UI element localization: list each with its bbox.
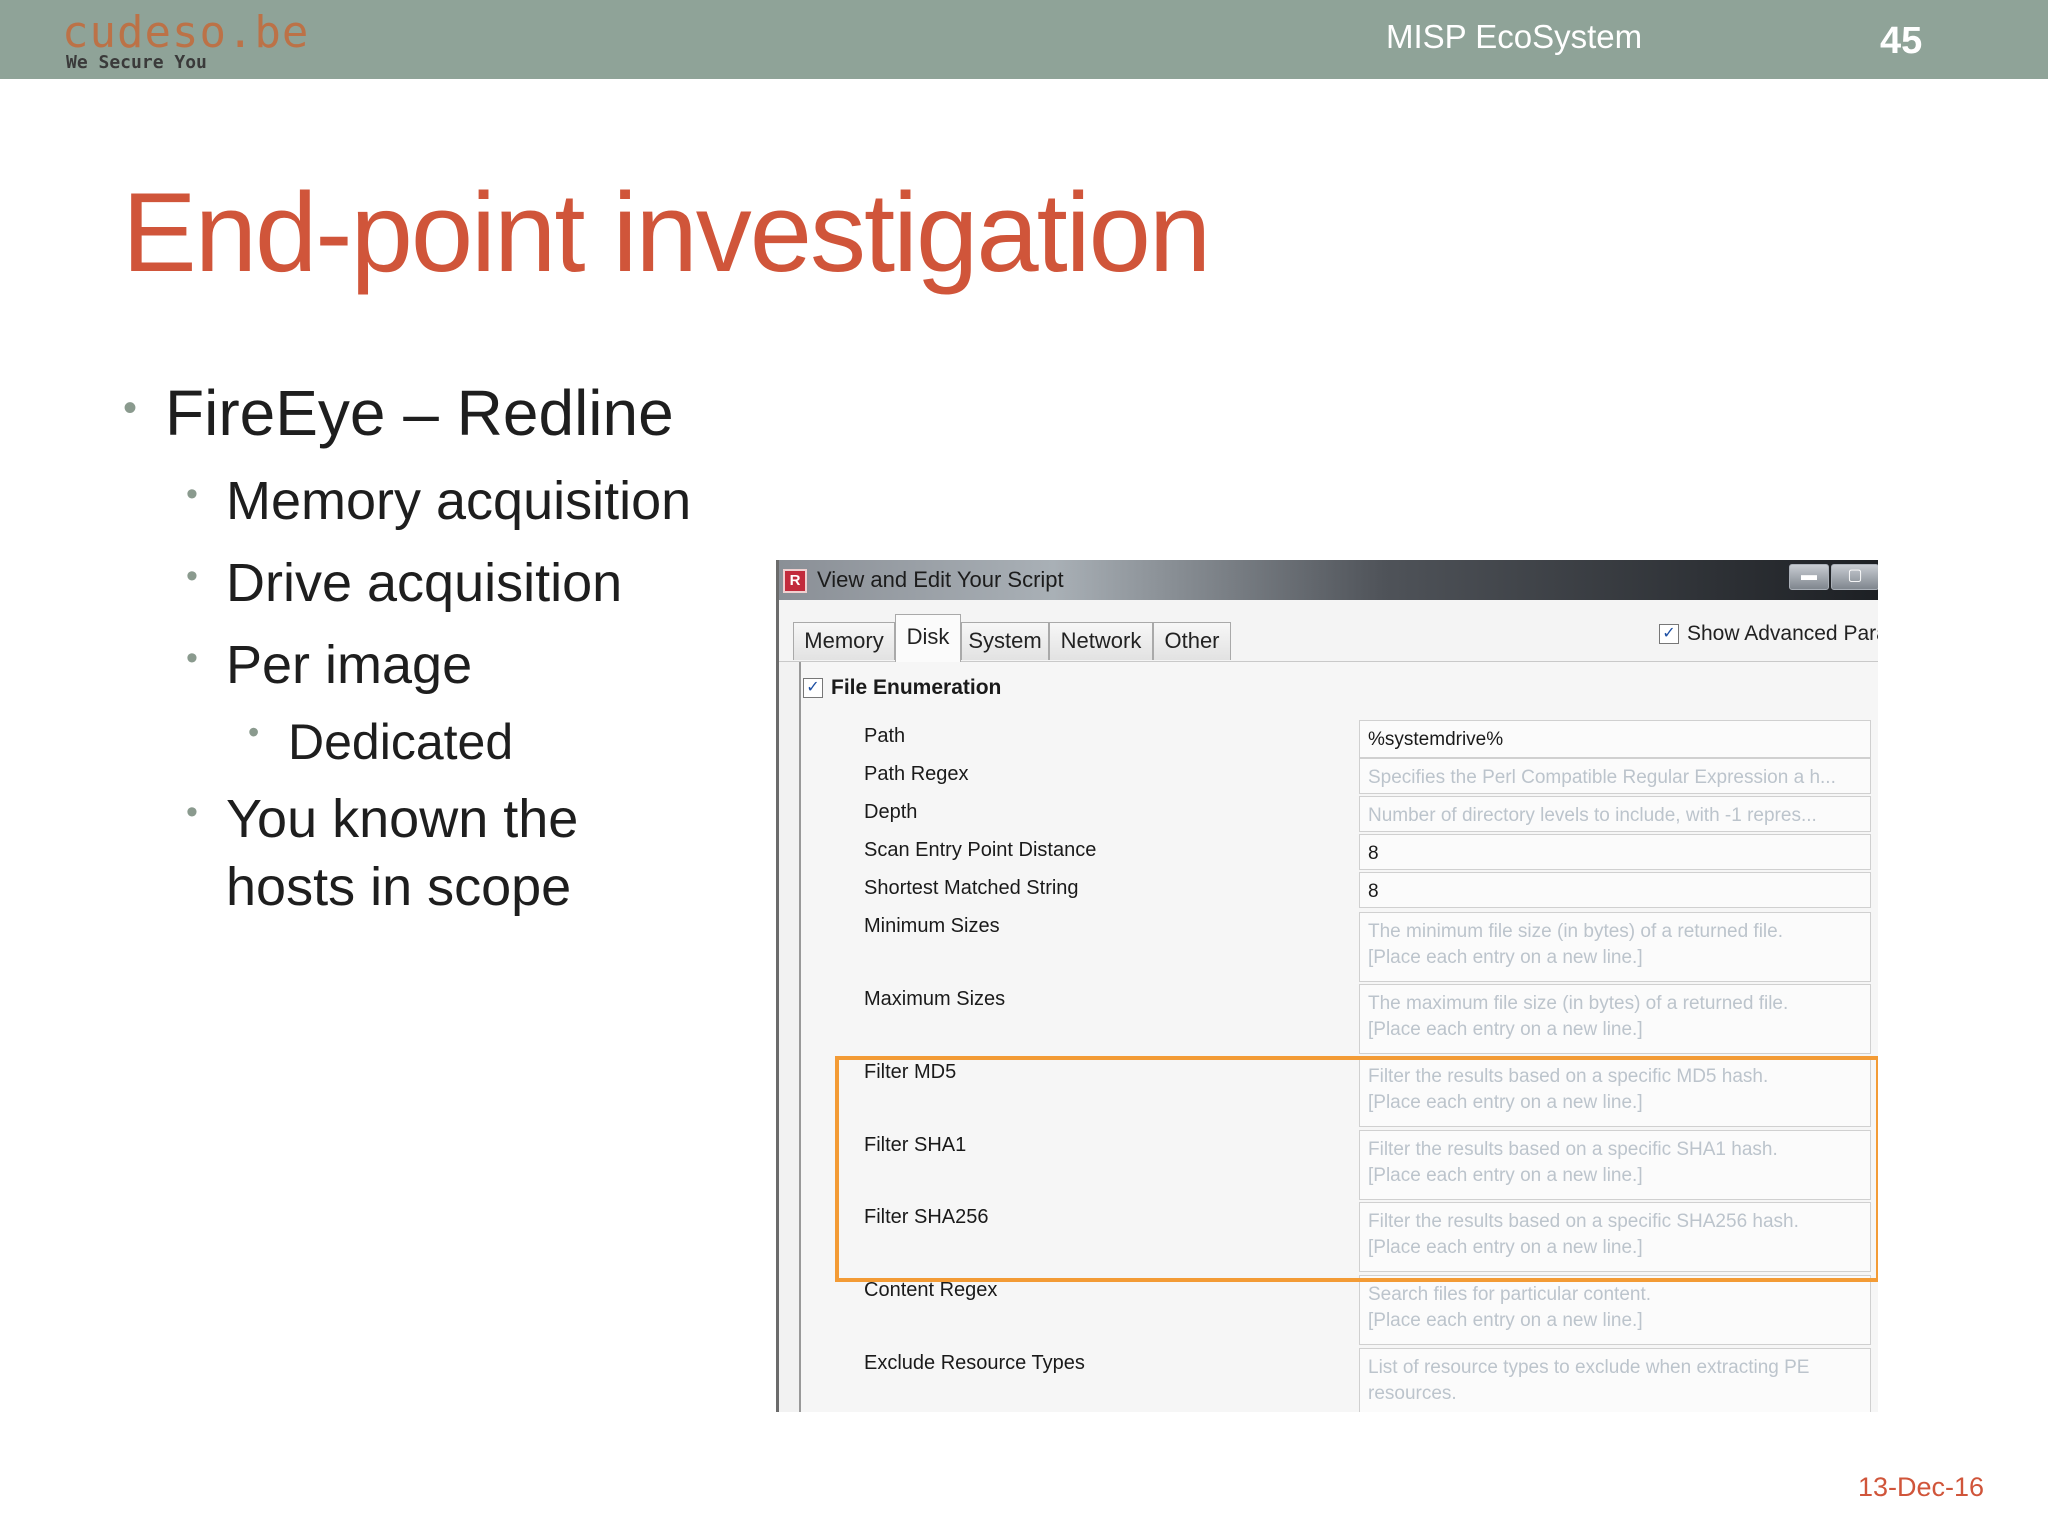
bullet-text: Dedicated (288, 714, 514, 770)
show-advanced-toggle[interactable]: ✓ Show Advanced Para (1659, 622, 1878, 646)
bullet-level1: • FireEye – Redline (123, 376, 674, 450)
bullet-text: Drive acquisition (226, 553, 623, 613)
deck-title: MISP EcoSystem (1386, 18, 1643, 55)
field-label: Scan Entry Point Distance (864, 839, 1097, 861)
bullet-dot-icon: • (186, 557, 198, 595)
tab-network[interactable]: Network (1049, 622, 1153, 660)
tab-strip: Memory Disk System Network Other ✓ Show A… (779, 600, 1878, 662)
shortest-matched-string-field[interactable]: 8 (1359, 872, 1871, 908)
maximum-sizes-field[interactable]: The maximum file size (in bytes) of a re… (1359, 984, 1871, 1054)
field-label: Depth (864, 801, 918, 823)
bullet-text: FireEye – Redline (165, 377, 674, 449)
field-placeholder: The minimum file size (in bytes) of a re… (1368, 921, 1783, 942)
field-label: Minimum Sizes (864, 915, 1000, 937)
window-title: View and Edit Your Script (817, 567, 1064, 592)
field-placeholder-hint: [Place each entry on a new line.] (1368, 1019, 1643, 1040)
field-placeholder-hint: [Place each entry on a new line.] (1368, 1310, 1643, 1331)
field-placeholder-hint: resources. (1368, 1383, 1457, 1404)
tab-system[interactable]: System (961, 622, 1049, 660)
field-label: Path Regex (864, 763, 969, 785)
hash-filter-highlight (835, 1056, 1878, 1282)
exclude-resource-types-field[interactable]: List of resource types to exclude when e… (1359, 1348, 1871, 1412)
field-label: Maximum Sizes (864, 988, 1006, 1010)
maximize-button[interactable]: ▢ (1831, 564, 1878, 590)
checkbox-checked-icon[interactable]: ✓ (803, 678, 823, 699)
section-label: File Enumeration (831, 676, 1002, 699)
path-regex-field[interactable]: Specifies the Perl Compatible Regular Ex… (1359, 758, 1871, 794)
app-icon: R (783, 569, 807, 593)
show-advanced-label: Show Advanced Para (1687, 622, 1878, 645)
tab-memory[interactable]: Memory (793, 622, 895, 660)
slide-title: End-point investigation (122, 170, 1211, 295)
field-label: Path (864, 725, 906, 747)
minimize-button[interactable]: ▬ (1789, 564, 1829, 590)
bullet-text: Memory acquisition (226, 471, 692, 531)
header-bar: cudeso.be We Secure You MISP EcoSystem 4… (0, 0, 2048, 79)
bullet-dot-icon: • (123, 386, 138, 430)
window-titlebar[interactable]: R View and Edit Your Script ▬ ▢ (779, 560, 1878, 600)
content-regex-field[interactable]: Search files for particular content. [Pl… (1359, 1275, 1871, 1345)
path-field[interactable]: %systemdrive% (1359, 720, 1871, 758)
field-label: Exclude Resource Types (864, 1352, 1085, 1374)
bullet-level3: • Dedicated (248, 708, 514, 776)
minimum-sizes-field[interactable]: The minimum file size (in bytes) of a re… (1359, 912, 1871, 982)
bullet-level2: • Drive acquisition (186, 549, 623, 617)
bullet-level2: • Per image (186, 631, 473, 699)
bullet-dot-icon: • (186, 475, 198, 513)
bullet-level2: • You known the (186, 785, 579, 853)
bullet-text: You known the (226, 789, 579, 849)
bullet-text: hosts in scope (226, 857, 572, 917)
bullet-dot-icon: • (248, 714, 260, 750)
scan-entry-point-field[interactable]: 8 (1359, 834, 1871, 870)
logo-text: cudeso.be (62, 7, 310, 58)
checkbox-checked-icon[interactable]: ✓ (1659, 624, 1679, 645)
tab-disk[interactable]: Disk (895, 614, 961, 662)
bullet-continuation: hosts in scope (226, 853, 571, 921)
bullet-text: Per image (226, 635, 473, 695)
file-enumeration-section[interactable]: ✓ File Enumeration (803, 676, 1001, 700)
bullet-dot-icon: • (186, 639, 198, 677)
slide-date: 13-Dec-16 (1858, 1472, 1985, 1502)
depth-field[interactable]: Number of directory levels to include, w… (1359, 796, 1871, 832)
page-number: 45 (1880, 20, 1923, 62)
bullet-level2: • Memory acquisition (186, 467, 692, 535)
field-placeholder-hint: [Place each entry on a new line.] (1368, 947, 1643, 968)
bullet-dot-icon: • (186, 793, 198, 831)
tab-other[interactable]: Other (1153, 622, 1231, 660)
field-placeholder: Search files for particular content. (1368, 1284, 1652, 1305)
field-placeholder: List of resource types to exclude when e… (1368, 1357, 1810, 1378)
field-placeholder: The maximum file size (in bytes) of a re… (1368, 993, 1789, 1014)
field-label: Shortest Matched String (864, 877, 1079, 899)
redline-window: R View and Edit Your Script ▬ ▢ Memory D… (776, 560, 1878, 1412)
logo: cudeso.be We Secure You (62, 8, 309, 72)
field-label: Content Regex (864, 1279, 998, 1301)
